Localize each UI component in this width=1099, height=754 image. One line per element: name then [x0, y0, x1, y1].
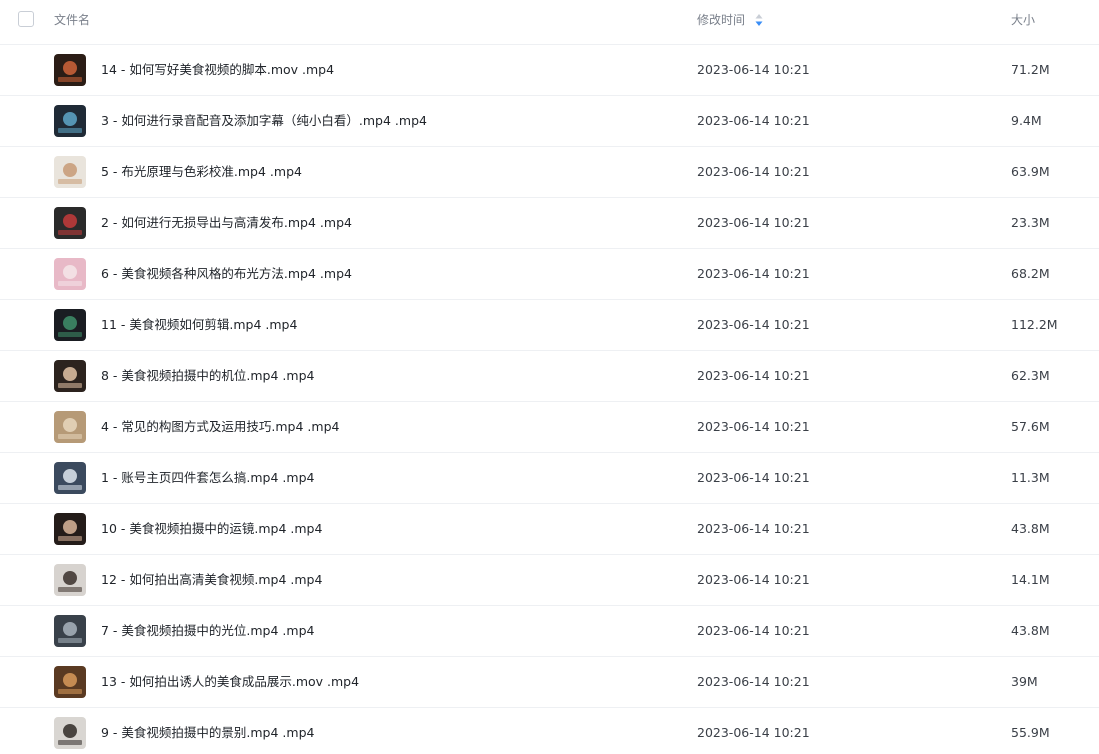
file-size: 43.8M — [1011, 623, 1050, 638]
video-thumbnail — [54, 615, 86, 647]
video-thumbnail — [54, 54, 86, 86]
video-thumbnail-image — [54, 360, 86, 392]
video-thumbnail-image — [54, 513, 86, 545]
file-name[interactable]: 13 - 如何拍出诱人的美食成品展示.mov .mp4 — [101, 674, 359, 690]
video-thumbnail-image — [54, 564, 86, 596]
file-name[interactable]: 12 - 如何拍出高清美食视频.mp4 .mp4 — [101, 572, 322, 588]
table-row[interactable]: 12 - 如何拍出高清美食视频.mp4 .mp4 2023-06-14 10:21… — [0, 555, 1099, 606]
file-size: 39M — [1011, 674, 1038, 689]
video-thumbnail — [54, 462, 86, 494]
modified-time: 2023-06-14 10:21 — [697, 674, 810, 689]
column-header-time[interactable]: 修改时间 — [697, 12, 745, 28]
table-row[interactable]: 6 - 美食视频各种风格的布光方法.mp4 .mp4 2023-06-14 10:… — [0, 249, 1099, 300]
column-header-size[interactable]: 大小 — [1011, 12, 1035, 28]
file-size: 63.9M — [1011, 164, 1050, 179]
video-thumbnail-image — [54, 411, 86, 443]
video-thumbnail-image — [54, 462, 86, 494]
modified-time: 2023-06-14 10:21 — [697, 521, 810, 536]
file-name[interactable]: 7 - 美食视频拍摄中的光位.mp4 .mp4 — [101, 623, 314, 639]
table-row[interactable]: 9 - 美食视频拍摄中的景别.mp4 .mp4 2023-06-14 10:21 5… — [0, 708, 1099, 754]
video-thumbnail — [54, 411, 86, 443]
modified-time: 2023-06-14 10:21 — [697, 725, 810, 740]
modified-time: 2023-06-14 10:21 — [697, 623, 810, 638]
file-size: 68.2M — [1011, 266, 1050, 281]
file-name[interactable]: 1 - 账号主页四件套怎么搞.mp4 .mp4 — [101, 470, 314, 486]
file-name[interactable]: 14 - 如何写好美食视频的脚本.mov .mp4 — [101, 62, 334, 78]
column-header-name[interactable]: 文件名 — [54, 12, 90, 28]
file-name[interactable]: 2 - 如何进行无损导出与高清发布.mp4 .mp4 — [101, 215, 352, 231]
file-name[interactable]: 11 - 美食视频如何剪辑.mp4 .mp4 — [101, 317, 297, 333]
modified-time: 2023-06-14 10:21 — [697, 266, 810, 281]
table-row[interactable]: 2 - 如何进行无损导出与高清发布.mp4 .mp4 2023-06-14 10:… — [0, 198, 1099, 249]
sort-icon[interactable] — [755, 13, 763, 27]
video-thumbnail-image — [54, 309, 86, 341]
table-row[interactable]: 13 - 如何拍出诱人的美食成品展示.mov .mp4 2023-06-14 10… — [0, 657, 1099, 708]
file-size: 55.9M — [1011, 725, 1050, 740]
modified-time: 2023-06-14 10:21 — [697, 572, 810, 587]
video-thumbnail — [54, 564, 86, 596]
modified-time: 2023-06-14 10:21 — [697, 470, 810, 485]
table-row[interactable]: 14 - 如何写好美食视频的脚本.mov .mp4 2023-06-14 10:2… — [0, 45, 1099, 96]
table-row[interactable]: 10 - 美食视频拍摄中的运镜.mp4 .mp4 2023-06-14 10:21… — [0, 504, 1099, 555]
file-name[interactable]: 10 - 美食视频拍摄中的运镜.mp4 .mp4 — [101, 521, 322, 537]
video-thumbnail — [54, 258, 86, 290]
table-row[interactable]: 7 - 美食视频拍摄中的光位.mp4 .mp4 2023-06-14 10:21 4… — [0, 606, 1099, 657]
video-thumbnail-image — [54, 615, 86, 647]
file-size: 57.6M — [1011, 419, 1050, 434]
file-name[interactable]: 5 - 布光原理与色彩校准.mp4 .mp4 — [101, 164, 302, 180]
file-size: 23.3M — [1011, 215, 1050, 230]
select-all-checkbox[interactable] — [18, 11, 34, 27]
file-name[interactable]: 9 - 美食视频拍摄中的景别.mp4 .mp4 — [101, 725, 314, 741]
video-thumbnail-image — [54, 105, 86, 137]
file-name[interactable]: 8 - 美食视频拍摄中的机位.mp4 .mp4 — [101, 368, 314, 384]
video-thumbnail-image — [54, 156, 86, 188]
file-name[interactable]: 6 - 美食视频各种风格的布光方法.mp4 .mp4 — [101, 266, 352, 282]
file-size: 62.3M — [1011, 368, 1050, 383]
video-thumbnail — [54, 513, 86, 545]
modified-time: 2023-06-14 10:21 — [697, 113, 810, 128]
video-thumbnail — [54, 309, 86, 341]
modified-time: 2023-06-14 10:21 — [697, 215, 810, 230]
modified-time: 2023-06-14 10:21 — [697, 368, 810, 383]
file-size: 112.2M — [1011, 317, 1058, 332]
file-size: 43.8M — [1011, 521, 1050, 536]
video-thumbnail — [54, 666, 86, 698]
modified-time: 2023-06-14 10:21 — [697, 419, 810, 434]
file-table: 文件名 修改时间 大小 14 - 如何写好美食视频的脚本.mov .mp4 202… — [0, 0, 1099, 754]
video-thumbnail-image — [54, 54, 86, 86]
video-thumbnail-image — [54, 717, 86, 749]
file-size: 71.2M — [1011, 62, 1050, 77]
modified-time: 2023-06-14 10:21 — [697, 164, 810, 179]
file-size: 11.3M — [1011, 470, 1050, 485]
modified-time: 2023-06-14 10:21 — [697, 317, 810, 332]
table-row[interactable]: 3 - 如何进行录音配音及添加字幕（纯小白看）.mp4 .mp4 2023-06-… — [0, 96, 1099, 147]
table-row[interactable]: 8 - 美食视频拍摄中的机位.mp4 .mp4 2023-06-14 10:21 6… — [0, 351, 1099, 402]
table-row[interactable]: 5 - 布光原理与色彩校准.mp4 .mp4 2023-06-14 10:21 63… — [0, 147, 1099, 198]
video-thumbnail-image — [54, 207, 86, 239]
video-thumbnail-image — [54, 666, 86, 698]
video-thumbnail — [54, 360, 86, 392]
table-header: 文件名 修改时间 大小 — [0, 0, 1099, 45]
modified-time: 2023-06-14 10:21 — [697, 62, 810, 77]
table-row[interactable]: 11 - 美食视频如何剪辑.mp4 .mp4 2023-06-14 10:21 11… — [0, 300, 1099, 351]
file-list: 14 - 如何写好美食视频的脚本.mov .mp4 2023-06-14 10:2… — [0, 45, 1099, 754]
file-size: 9.4M — [1011, 113, 1042, 128]
video-thumbnail — [54, 156, 86, 188]
table-row[interactable]: 1 - 账号主页四件套怎么搞.mp4 .mp4 2023-06-14 10:21 1… — [0, 453, 1099, 504]
video-thumbnail-image — [54, 258, 86, 290]
file-size: 14.1M — [1011, 572, 1050, 587]
video-thumbnail — [54, 207, 86, 239]
file-name[interactable]: 3 - 如何进行录音配音及添加字幕（纯小白看）.mp4 .mp4 — [101, 113, 427, 129]
video-thumbnail — [54, 105, 86, 137]
file-name[interactable]: 4 - 常见的构图方式及运用技巧.mp4 .mp4 — [101, 419, 339, 435]
video-thumbnail — [54, 717, 86, 749]
table-row[interactable]: 4 - 常见的构图方式及运用技巧.mp4 .mp4 2023-06-14 10:2… — [0, 402, 1099, 453]
